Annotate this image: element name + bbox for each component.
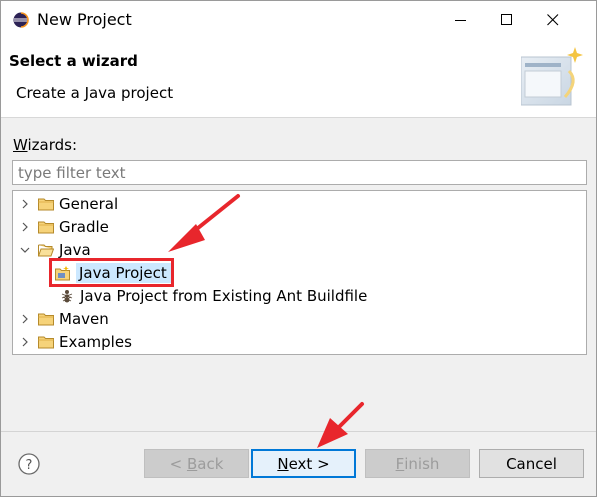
chevron-right-icon[interactable] <box>18 197 32 211</box>
window-title: New Project <box>37 10 132 29</box>
filter-input[interactable] <box>12 160 587 185</box>
cancel-button-label: Cancel <box>506 454 557 473</box>
maximize-button[interactable] <box>484 1 530 39</box>
tree-item-label: Examples <box>59 333 132 351</box>
wizard-banner: Select a wizard Create a Java project <box>1 39 596 118</box>
tree-item-maven[interactable]: Maven <box>18 308 109 330</box>
next-button[interactable]: Next > <box>251 449 356 478</box>
svg-text:?: ? <box>26 458 33 473</box>
ant-icon <box>59 288 75 304</box>
tree-item-label: Maven <box>59 310 109 328</box>
chevron-right-icon[interactable] <box>18 335 32 349</box>
tree-item-gradle[interactable]: Gradle <box>18 216 109 238</box>
new-project-dialog: New Project Select a wizard Create a Jav… <box>0 0 597 497</box>
close-button[interactable] <box>530 1 576 39</box>
next-button-label: ext > <box>288 454 330 473</box>
tree-item-label: General <box>59 195 119 213</box>
folder-icon <box>38 219 54 235</box>
minimize-button[interactable] <box>438 1 484 39</box>
title-bar[interactable]: New Project <box>1 1 596 39</box>
folder-icon <box>38 311 54 327</box>
eclipse-icon <box>13 12 29 28</box>
chevron-down-icon[interactable] <box>18 243 32 257</box>
maximize-icon <box>501 14 512 25</box>
annotation-highlight-box <box>49 258 174 287</box>
folder-open-icon <box>38 242 54 258</box>
tree-item-examples[interactable]: Examples <box>18 331 132 353</box>
help-icon[interactable]: ? <box>18 453 40 475</box>
finish-button-label: inish <box>404 454 440 473</box>
tree-item-java-ant-project[interactable]: Java Project from Existing Ant Buildfile <box>59 285 367 307</box>
chevron-right-icon[interactable] <box>18 220 32 234</box>
minimize-icon <box>455 20 466 21</box>
tree-item-label: Java <box>59 241 91 259</box>
tree-item-general[interactable]: General <box>18 193 118 215</box>
banner-title: Select a wizard <box>9 52 138 70</box>
back-button[interactable]: < Back <box>144 449 249 478</box>
cancel-button[interactable]: Cancel <box>479 449 584 478</box>
back-button-prefix: < <box>169 454 183 473</box>
close-icon <box>547 14 559 26</box>
folder-icon <box>38 334 54 350</box>
button-bar-separator <box>1 431 596 432</box>
wizards-label-text: izards: <box>27 136 78 154</box>
finish-button-mnemonic: F <box>395 454 405 473</box>
chevron-right-icon[interactable] <box>18 312 32 326</box>
back-button-label: ack <box>197 454 224 473</box>
banner-description: Create a Java project <box>16 84 174 102</box>
wizards-label-mnemonic: W <box>13 136 28 154</box>
wizards-label: Wizards: <box>13 136 77 154</box>
folder-icon <box>38 196 54 212</box>
tree-item-label: Gradle <box>59 218 109 236</box>
tree-item-label: Java Project from Existing Ant Buildfile <box>80 287 368 305</box>
finish-button[interactable]: Finish <box>365 449 470 478</box>
back-button-mnemonic: B <box>186 454 198 473</box>
wizard-banner-icon <box>521 47 583 106</box>
next-button-mnemonic: N <box>277 454 289 473</box>
